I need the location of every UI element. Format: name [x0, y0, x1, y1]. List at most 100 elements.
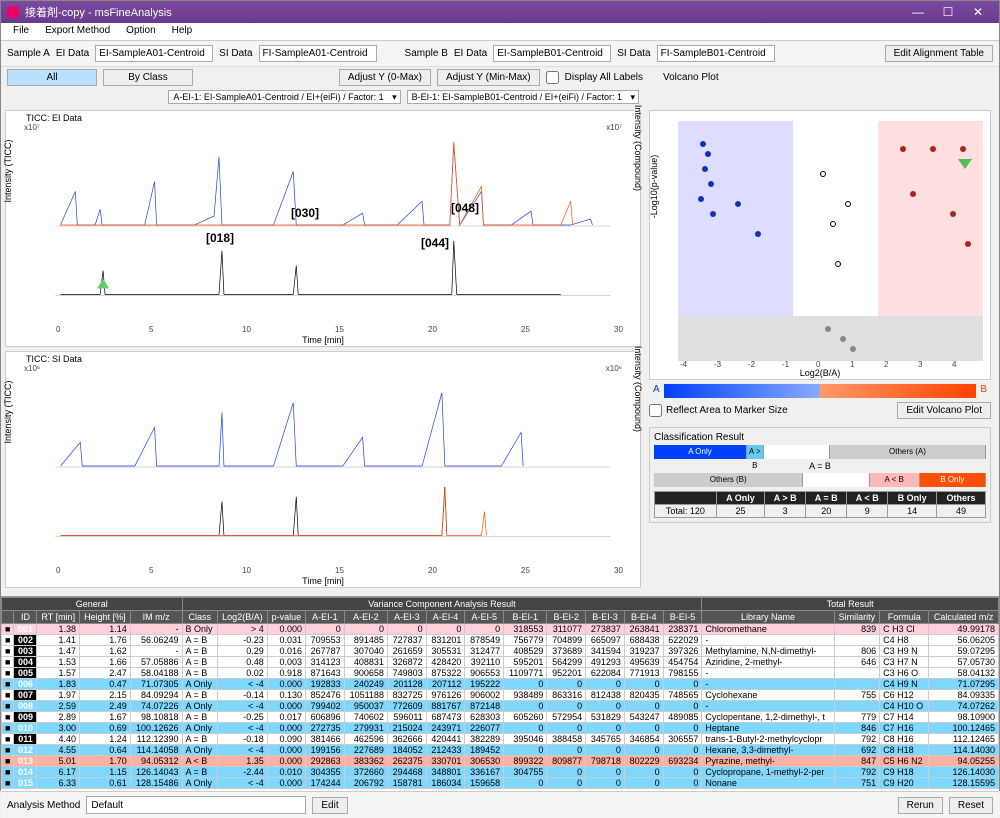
column-header[interactable]: Class: [182, 611, 218, 624]
ei-ylabel2: Intensity (Compound): [633, 104, 643, 190]
footer: Analysis Method Edit Rerun Reset: [1, 791, 999, 818]
classification-result: Classification Result A Only A > B Other…: [649, 427, 991, 523]
column-header[interactable]: B-EI-5: [663, 611, 702, 624]
column-header[interactable]: [2, 611, 14, 624]
column-header[interactable]: B-EI-2: [547, 611, 586, 624]
adjust-y-minmax-button[interactable]: Adjust Y (Min-Max): [437, 69, 540, 86]
table-row[interactable]: ■0156.330.61128.15486A Only< -40.0001742…: [2, 778, 999, 789]
table-row[interactable]: ■0051.572.4758.04188A = B0.020.918871643…: [2, 668, 999, 679]
table-row[interactable]: ■0146.171.15126.14043A = B-2.440.0103043…: [2, 767, 999, 778]
si-ylabel2: Intensity (Compound): [633, 345, 643, 431]
sample-a-si-input[interactable]: [259, 45, 377, 62]
analysis-method-input[interactable]: [86, 796, 306, 814]
app-icon: [7, 6, 19, 18]
peak-label: [018]: [206, 231, 234, 245]
reflect-area-checkbox[interactable]: [649, 404, 662, 417]
volcano-plot[interactable]: -Log10(p-value) Log2(B/A) -4-3-2-101234: [649, 110, 991, 380]
table-row[interactable]: ■0021.411.7656.06249A = B-0.230.03170955…: [2, 635, 999, 646]
reset-button[interactable]: Reset: [949, 797, 993, 814]
results-table[interactable]: General Variance Component Analysis Resu…: [1, 596, 999, 791]
si-xlabel: Time [min]: [302, 576, 344, 586]
ei-chart-svg: [6, 111, 640, 346]
table-row[interactable]: ■0031.471.62-A = B0.290.0162677873070402…: [2, 646, 999, 657]
column-header[interactable]: IM m/z: [130, 611, 182, 624]
all-button[interactable]: All: [7, 69, 97, 86]
si-chart[interactable]: TICC: SI Data Intensity (TICC) Intensity…: [5, 351, 641, 588]
table-row[interactable]: ■0092.891.6798.10818A = B-0.250.01760689…: [2, 712, 999, 723]
column-header[interactable]: Calculated m/z: [929, 611, 999, 624]
marker-triangle-icon: [97, 279, 109, 289]
table-row[interactable]: ■0103.000.69100.12626A Only< -40.0002727…: [2, 723, 999, 734]
menu-option[interactable]: Option: [118, 23, 163, 40]
adjust-y-0max-button[interactable]: Adjust Y (0-Max): [339, 69, 431, 86]
close-button[interactable]: ✕: [963, 5, 993, 19]
sample-a-ei-input[interactable]: [95, 45, 213, 62]
table-row[interactable]: ■0011.381.14-B Only> 40.0000000031855331…: [2, 624, 999, 635]
column-header[interactable]: A-EI-2: [344, 611, 387, 624]
peak-label: [044]: [421, 236, 449, 250]
column-header[interactable]: A-EI-4: [426, 611, 465, 624]
edit-method-button[interactable]: Edit: [312, 797, 347, 814]
sample-b-ei-input[interactable]: [493, 45, 611, 62]
minimize-button[interactable]: —: [903, 5, 933, 19]
edit-volcano-button[interactable]: Edit Volcano Plot: [897, 402, 991, 419]
column-header[interactable]: A-EI-3: [387, 611, 426, 624]
edit-alignment-button[interactable]: Edit Alignment Table: [885, 45, 993, 62]
volcano-plot-title: Volcano Plot: [663, 72, 993, 83]
table-row[interactable]: ■0124.550.64114.14058A Only< -40.0001991…: [2, 745, 999, 756]
column-header[interactable]: RT [min]: [37, 611, 80, 624]
table-row[interactable]: ■0041.531.6657.05886A = B0.480.003314123…: [2, 657, 999, 668]
titlebar: 接着剤-copy - msFineAnalysis — ☐ ✕: [1, 1, 999, 23]
reflect-area-label: Reflect Area to Marker Size: [666, 405, 788, 416]
display-all-labels-checkbox[interactable]: [546, 71, 559, 84]
column-header[interactable]: B-EI-1: [504, 611, 547, 624]
table-row[interactable]: ■0114.401.24112.12390A = B-0.180.0903814…: [2, 734, 999, 745]
display-all-labels-label: Display All Labels: [565, 72, 643, 83]
series-a-dropdown[interactable]: A-EI-1: EI-SampleA01-Centroid / EI+(eiFi…: [168, 90, 400, 104]
column-header[interactable]: Log2(B/A): [218, 611, 268, 624]
si-data-label-a: SI Data: [219, 48, 252, 59]
column-header[interactable]: Library Name: [702, 611, 834, 624]
sample-b-si-input[interactable]: [657, 45, 775, 62]
rerun-button[interactable]: Rerun: [898, 797, 943, 814]
volcano-ylabel: -Log10(p-value): [649, 155, 659, 219]
menu-help[interactable]: Help: [164, 23, 201, 40]
table-row[interactable]: ■0082.592.4974.07226A Only< -40.00079940…: [2, 701, 999, 712]
series-b-dropdown[interactable]: B-EI-1: EI-SampleB01-Centroid / EI+(eiFi…: [407, 90, 639, 104]
analysis-method-label: Analysis Method: [7, 800, 80, 811]
sample-b-label: Sample B: [405, 48, 448, 59]
column-header[interactable]: Height [%]: [80, 611, 131, 624]
column-header[interactable]: B-EI-3: [586, 611, 625, 624]
column-header[interactable]: A-EI-1: [305, 611, 344, 624]
ei-chart[interactable]: TICC: EI Data Intensity (TICC) Intensity…: [5, 110, 641, 347]
peak-label: [048]: [451, 201, 479, 215]
classification-table: A OnlyA > BA = BA < BB OnlyOthers Total:…: [654, 491, 986, 518]
menu-file[interactable]: File: [5, 23, 37, 40]
view-toolbar: All By Class Adjust Y (0-Max) Adjust Y (…: [1, 67, 999, 88]
menu-export-method[interactable]: Export Method: [37, 23, 118, 40]
column-header[interactable]: B-EI-4: [624, 611, 663, 624]
sample-toolbar: Sample A EI Data SI Data Sample B EI Dat…: [1, 41, 999, 67]
menubar: File Export Method Option Help: [1, 23, 999, 41]
si-chart-title: TICC: SI Data: [26, 354, 82, 364]
si-chart-svg: [6, 352, 640, 587]
table-row[interactable]: ■0071.972.1584.09294A = B-0.140.13085247…: [2, 690, 999, 701]
maximize-button[interactable]: ☐: [933, 5, 963, 19]
by-class-button[interactable]: By Class: [103, 69, 193, 86]
window-title: 接着剤-copy - msFineAnalysis: [25, 4, 903, 20]
column-header[interactable]: ID: [14, 611, 37, 624]
ei-data-label-b: EI Data: [454, 48, 487, 59]
ei-data-label-a: EI Data: [56, 48, 89, 59]
table-row[interactable]: ■0135.011.7094.05312A < B1.350.000292863…: [2, 756, 999, 767]
ab-gradient-bar: A B: [649, 384, 991, 398]
column-header[interactable]: Similarity: [834, 611, 879, 624]
si-data-label-b: SI Data: [617, 48, 650, 59]
column-header[interactable]: Formula: [880, 611, 929, 624]
ei-ylabel: Intensity (TICC): [3, 139, 13, 202]
table-row[interactable]: ■0061.830.4771.07305A Only< -40.00019283…: [2, 679, 999, 690]
column-header[interactable]: A-EI-5: [465, 611, 504, 624]
column-header[interactable]: p-value: [267, 611, 305, 624]
marker-triangle-icon: [958, 159, 972, 169]
si-ylabel: Intensity (TICC): [3, 380, 13, 443]
peak-label: [030]: [291, 206, 319, 220]
